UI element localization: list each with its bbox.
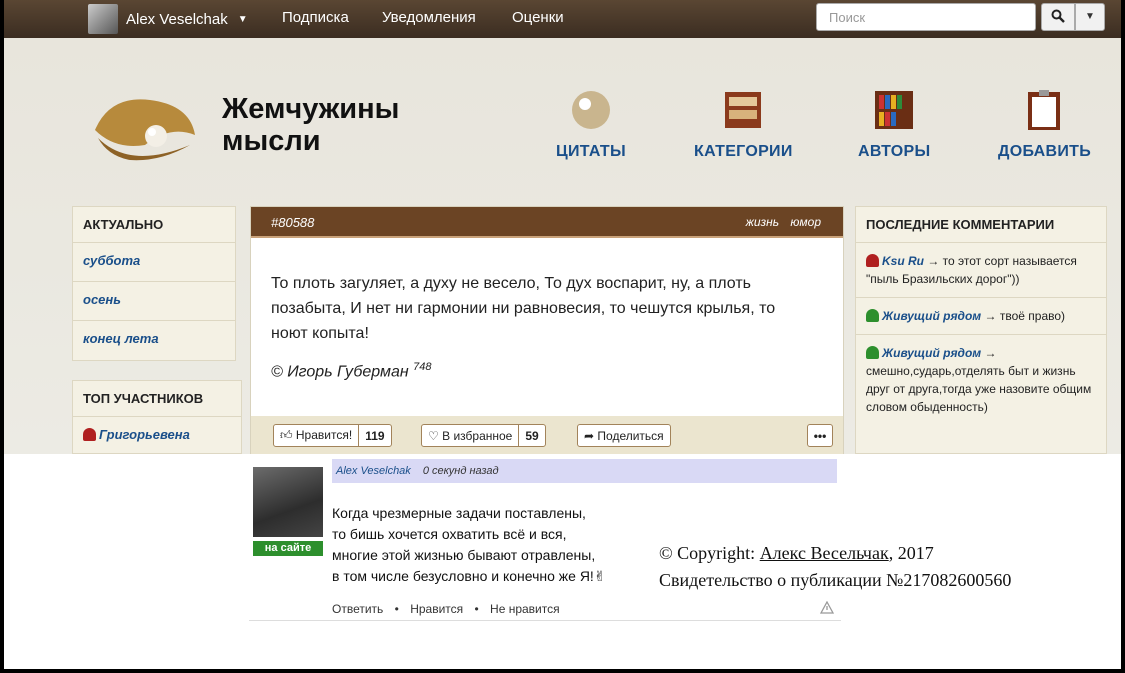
site-body: Жемчужины мысли ЦИТАТЫ КАТЕГОРИИ АВТОРЫ …	[4, 38, 1121, 454]
separator: •	[394, 602, 399, 616]
quote-actions: 👍︎ Нравится! 119 ♡ В избранное 59 ➦ Поде…	[251, 416, 843, 454]
nav-quotes-label: ЦИТАТЫ	[556, 143, 626, 160]
comment-user[interactable]: Живущий рядом	[882, 309, 981, 323]
top-user-name: Григорьевена	[99, 427, 190, 442]
nav-ratings[interactable]: Оценки	[512, 9, 564, 26]
divider	[249, 620, 841, 621]
comment-dislike-link[interactable]: Не нравится	[490, 602, 560, 616]
tag-link[interactable]: жизнь	[746, 215, 779, 229]
user-avatar	[88, 4, 118, 34]
author-count: 748	[413, 361, 432, 373]
copyright-block: © Copyright: Алекс Весельчак, 2017 Свиде…	[659, 540, 1011, 594]
like-label: Нравится!	[295, 428, 353, 442]
online-badge: на сайте	[253, 541, 323, 556]
author-name: © Игорь Губерман	[271, 363, 409, 381]
quote-author[interactable]: © Игорь Губерман 748	[271, 361, 432, 381]
caret-down-icon: ▼	[1085, 11, 1095, 22]
screenshot-frame: Alex Veselchak ▼ Подписка Уведомления Оц…	[4, 0, 1121, 669]
person-icon	[866, 309, 879, 322]
actual-title: АКТУАЛЬНО	[73, 207, 235, 243]
user-menu[interactable]: Alex Veselchak ▼	[88, 4, 248, 34]
warning-icon[interactable]	[820, 601, 834, 614]
last-comments-box: ПОСЛЕДНИЕ КОММЕНТАРИИ Ksu Ru → то этот с…	[855, 206, 1107, 454]
person-icon	[866, 346, 879, 359]
copyright-year: , 2017	[888, 543, 934, 563]
pearl-shell-logo[interactable]	[90, 90, 200, 170]
search-dropdown-button[interactable]: ▼	[1075, 3, 1105, 31]
nav-quotes[interactable]: ЦИТАТЫ	[556, 88, 626, 161]
caret-down-icon: ▼	[237, 13, 248, 25]
notepad-icon	[1027, 90, 1060, 130]
comment-body: Когда чрезмерные задачи поставлены, то б…	[332, 503, 606, 587]
copyright-prefix: © Copyright:	[659, 543, 760, 563]
comment-actions: Ответить • Нравится • Не нравится	[332, 602, 568, 616]
tag-link[interactable]: юмор	[790, 215, 821, 229]
last-comments-title: ПОСЛЕДНИЕ КОММЕНТАРИИ	[856, 207, 1106, 243]
share-label: Поделиться	[597, 428, 664, 443]
search-icon	[1051, 9, 1065, 23]
reply-link[interactable]: Ответить	[332, 602, 383, 616]
nav-add[interactable]: ДОБАВИТЬ	[998, 88, 1091, 161]
top-users-box: ТОП УЧАСТНИКОВ Григорьевена	[72, 380, 242, 454]
user-name: Alex Veselchak	[126, 10, 228, 28]
site-logo-text[interactable]: Жемчужины мысли	[222, 93, 399, 157]
comment-avatar[interactable]	[253, 467, 323, 537]
publication-certificate: Свидетельство о публикации №217082600560	[659, 570, 1012, 590]
comment-like-link[interactable]: Нравится	[410, 602, 463, 616]
search-button[interactable]	[1041, 3, 1075, 31]
comment-user[interactable]: Живущий рядом	[882, 346, 981, 360]
logo-line1: Жемчужины	[222, 93, 400, 125]
favorite-label: В избранное	[442, 428, 513, 443]
comment-time: 0 секунд назад	[422, 465, 499, 477]
nav-authors-label: АВТОРЫ	[858, 143, 931, 160]
actual-item[interactable]: осень	[73, 282, 235, 321]
comment-author[interactable]: Alex Veselchak	[336, 465, 411, 477]
favorite-button[interactable]: ♡ В избранное 59	[421, 424, 546, 447]
actual-item[interactable]: конец лета	[73, 321, 235, 360]
quote-tags: жизнь юмор	[738, 215, 821, 229]
nav-categories[interactable]: КАТЕГОРИИ	[694, 88, 793, 161]
comment-line: многие этой жизнью бывают отравлены,	[332, 547, 596, 563]
like-count: 119	[358, 425, 390, 446]
nav-authors[interactable]: АВТОРЫ	[858, 88, 930, 161]
drawer-icon	[725, 92, 762, 128]
quote-header: #80588 жизнь юмор	[251, 207, 843, 238]
share-icon: ➦	[584, 428, 595, 443]
bookshelf-icon	[875, 91, 914, 129]
actual-item[interactable]: суббота	[73, 243, 235, 282]
thumbs-up-icon: 👍︎	[280, 428, 293, 442]
top-user-item[interactable]: Григорьевена	[73, 417, 241, 456]
quote-text: То плоть загуляет, а духу не весело, То …	[271, 275, 776, 342]
last-comment-item[interactable]: Ksu Ru → то этот сорт называется "пыль Б…	[856, 243, 1106, 298]
person-icon	[866, 254, 879, 267]
comment-line: в том числе безусловно и конечно же Я!✌	[332, 568, 606, 584]
comment-line: Когда чрезмерные задачи поставлены,	[332, 505, 586, 521]
like-button[interactable]: 👍︎ Нравится! 119	[273, 424, 392, 447]
search-input[interactable]: Поиск	[816, 3, 1036, 31]
more-button[interactable]: •••	[807, 424, 833, 447]
comment-line: то бишь хочется охватить всё и вся,	[332, 526, 567, 542]
nav-notifications[interactable]: Уведомления	[382, 9, 476, 26]
heart-icon: ♡	[428, 428, 439, 443]
last-comment-item[interactable]: Живущий рядом → смешно,сударь,отделять б…	[856, 335, 1106, 425]
person-icon	[83, 428, 96, 441]
top-users-title: ТОП УЧАСТНИКОВ	[73, 381, 241, 417]
nav-add-label: ДОБАВИТЬ	[998, 143, 1092, 160]
comment-text: → твоё право)	[984, 309, 1066, 323]
nav-subscription[interactable]: Подписка	[282, 9, 349, 26]
share-button[interactable]: ➦ Поделиться	[577, 424, 671, 447]
copyright-author-link[interactable]: Алекс Весельчак	[760, 543, 889, 563]
quote-id[interactable]: #80588	[271, 215, 314, 230]
separator: •	[474, 602, 479, 616]
pearl-icon	[571, 91, 610, 129]
nav-categories-label: КАТЕГОРИИ	[694, 143, 793, 160]
favorite-count: 59	[518, 425, 544, 446]
comment-header: Alex Veselchak 0 секунд назад	[332, 459, 837, 483]
logo-line2: мысли	[222, 125, 321, 157]
last-comment-item[interactable]: Живущий рядом → твоё право)	[856, 298, 1106, 335]
quote-card: #80588 жизнь юмор То плоть загуляет, а д…	[250, 206, 844, 454]
comment-user[interactable]: Ksu Ru	[882, 254, 924, 268]
top-navbar: Alex Veselchak ▼ Подписка Уведомления Оц…	[4, 0, 1121, 38]
actual-box: АКТУАЛЬНО суббота осень конец лета	[72, 206, 236, 361]
